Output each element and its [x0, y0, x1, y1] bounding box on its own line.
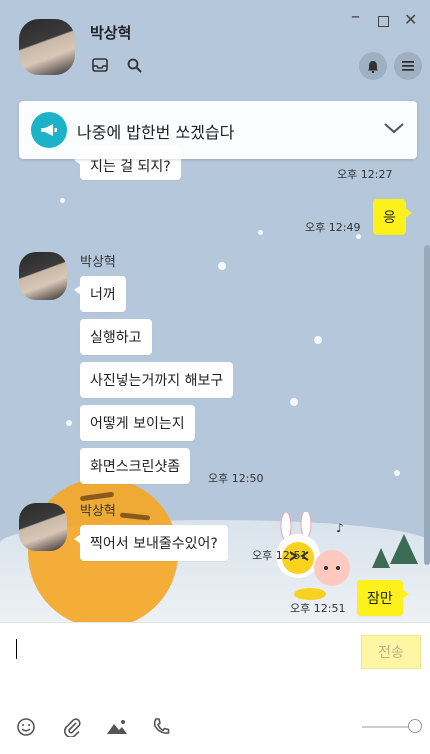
message-text: 너꺼: [90, 287, 116, 303]
chat-header: 박상혁 – ✕: [0, 0, 430, 92]
send-button[interactable]: 전송: [361, 635, 421, 669]
snowflake: [290, 398, 298, 406]
transparency-slider[interactable]: [362, 726, 414, 728]
minimize-icon[interactable]: –: [351, 6, 360, 27]
contact-avatar[interactable]: [19, 19, 75, 75]
sender-name: 박상혁: [80, 504, 116, 519]
menu-icon[interactable]: [394, 52, 422, 80]
pinned-notice[interactable]: 나중에 밥한번 쏘겠습다: [19, 101, 417, 159]
message-time: 오후 12:27: [337, 168, 393, 181]
my-message-bubble[interactable]: 잠만: [357, 580, 409, 616]
inbox-icon[interactable]: [92, 58, 108, 72]
snowflake: [66, 420, 72, 426]
message-text: 사진넣는거까지 해보구: [90, 373, 224, 389]
message-text: 찍어서 보내줄수있어?: [90, 536, 218, 552]
message-bubble[interactable]: 어떻게 보이는지: [80, 405, 195, 441]
snowflake: [314, 336, 322, 344]
message-composer: 전송: [0, 622, 430, 754]
tree-decoration: [390, 534, 418, 564]
emoticon-icon[interactable]: [16, 717, 36, 737]
message-bubble[interactable]: 화면스크린샷좀: [80, 448, 191, 484]
megaphone-icon: [31, 112, 67, 148]
snowflake: [258, 230, 263, 235]
sender-name: 박상혁: [80, 255, 116, 270]
svg-text:♪: ♪: [336, 521, 344, 535]
message-bubble[interactable]: 찍어서 보내줄수있어?: [74, 525, 228, 561]
sender-avatar[interactable]: [19, 503, 67, 551]
notice-text: 나중에 밥한번 쏘겠습다: [77, 123, 235, 142]
contact-name: 박상혁: [90, 24, 132, 42]
message-time: 오후 12:49: [305, 221, 361, 234]
message-time: 오후 12:51: [290, 602, 346, 615]
message-text: 응: [383, 210, 396, 226]
message-bubble[interactable]: 사진넣는거까지 해보구: [80, 362, 234, 398]
slider-handle[interactable]: [408, 719, 422, 733]
message-bubble[interactable]: 실행하고: [80, 319, 152, 355]
message-text: 화면스크린샷좀: [90, 459, 181, 475]
attach-icon[interactable]: [62, 717, 82, 737]
chat-scrollbar[interactable]: [424, 245, 430, 565]
bell-icon[interactable]: [359, 52, 387, 80]
chevron-down-icon[interactable]: [383, 117, 405, 139]
message-text: 어떻게 보이는지: [90, 416, 185, 432]
message-text: 잠만: [367, 591, 393, 607]
image-icon[interactable]: [106, 717, 128, 737]
search-icon[interactable]: [127, 58, 142, 73]
message-input[interactable]: [16, 639, 17, 659]
snowflake: [60, 198, 65, 203]
snowflake: [394, 470, 400, 476]
message-time: 오후 12:51: [252, 549, 308, 562]
message-time: 오후 12:50: [208, 472, 264, 485]
tree-decoration: [372, 548, 390, 568]
snowflake: [218, 262, 226, 270]
sender-avatar[interactable]: [19, 252, 67, 300]
message-text: 지는 걸 되지?: [90, 159, 171, 175]
message-text: 실행하고: [90, 330, 142, 346]
maximize-icon[interactable]: [378, 16, 389, 27]
message-bubble[interactable]: 너꺼: [74, 276, 126, 312]
call-icon[interactable]: [152, 717, 170, 737]
close-icon[interactable]: ✕: [404, 10, 417, 29]
my-message-bubble[interactable]: 응: [373, 199, 412, 235]
